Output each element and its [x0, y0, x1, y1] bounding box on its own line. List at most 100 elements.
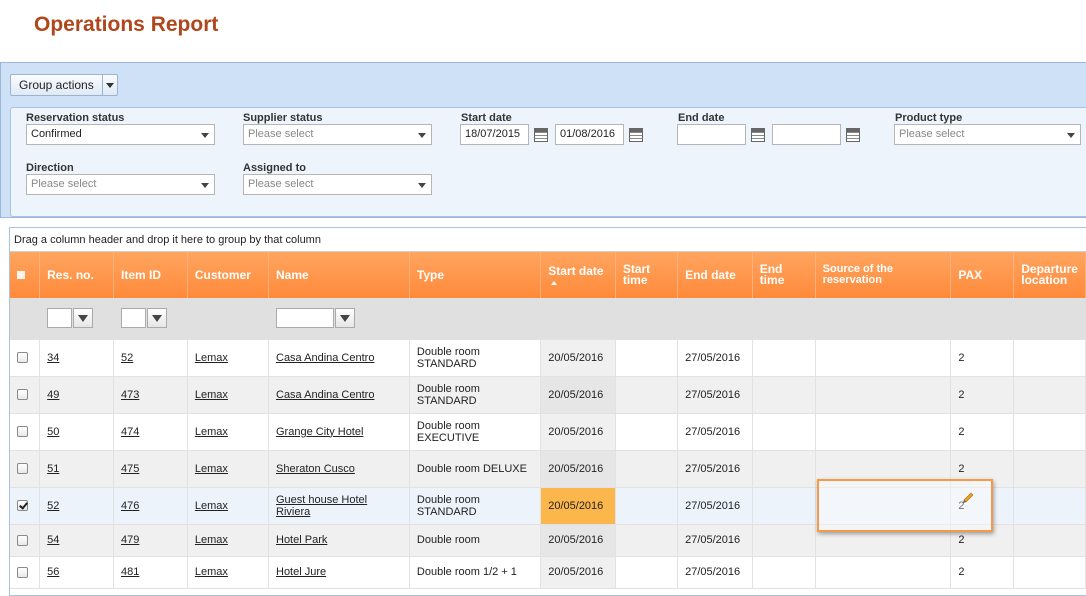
table-row[interactable]: 56 481 Lemax Hotel Jure Double room 1/2 + 12… — [10, 556, 1086, 589]
cell-start-date: 20/05/2016 — [540, 556, 616, 589]
cell-name: Hotel Park — [268, 524, 410, 557]
cell-type: Double room 1/2 + 1 — [409, 556, 542, 589]
group-actions-button[interactable]: Group actions — [10, 74, 118, 96]
column-header-item-id[interactable]: Item ID — [113, 252, 188, 298]
cell-item-id: 476 — [113, 487, 188, 525]
end-date-from-input[interactable] — [677, 124, 746, 145]
supplier-status-label: Supplier status — [243, 112, 323, 124]
cell-type: Double room DELUXE — [409, 450, 542, 488]
column-header-departure[interactable]: Departure location — [1013, 252, 1086, 298]
filter-icon — [152, 314, 163, 322]
filters-form: Reservation status Confirmed Supplier st… — [10, 107, 1086, 217]
reservation-status-select[interactable]: Confirmed — [26, 124, 215, 145]
res-no-link[interactable]: 54 — [47, 534, 59, 546]
row-checkbox[interactable] — [17, 352, 28, 364]
table-row[interactable]: 50 474 Lemax Grange City Hotel Double room E… — [10, 413, 1086, 451]
column-header-end-date[interactable]: End date — [677, 252, 753, 298]
item-id-link[interactable]: 476 — [121, 500, 139, 512]
res-no-link[interactable]: 34 — [47, 352, 59, 364]
start-date-label: Start date — [461, 112, 512, 124]
name-link[interactable]: Sheraton Cusco — [276, 463, 355, 475]
start-date-to-input[interactable]: 01/08/2016 — [555, 124, 624, 145]
column-header-name[interactable]: Name — [268, 252, 410, 298]
customer-link[interactable]: Lemax — [195, 426, 228, 438]
column-header-type[interactable]: Type — [409, 252, 542, 298]
filter-button[interactable] — [147, 308, 168, 329]
res-no-link[interactable]: 50 — [47, 426, 59, 438]
select-all-header[interactable] — [10, 252, 41, 298]
res-no-link[interactable]: 56 — [47, 566, 59, 578]
pencil-icon[interactable] — [962, 491, 975, 504]
calendar-icon[interactable] — [751, 128, 765, 142]
name-filter-input[interactable] — [276, 308, 334, 329]
name-link[interactable]: Guest house Hotel Riviera — [276, 494, 367, 518]
product-type-select[interactable]: Please select — [894, 124, 1081, 145]
cell-item-id: 475 — [113, 450, 188, 488]
select-all-checkbox[interactable] — [17, 270, 25, 279]
name-link[interactable]: Casa Andina Centro — [276, 389, 374, 401]
table-row[interactable]: 49 473 Lemax Casa Andina Centro Double room … — [10, 376, 1086, 414]
row-checkbox[interactable] — [17, 426, 28, 438]
assigned-to-select[interactable]: Please select — [243, 174, 432, 195]
item-id-link[interactable]: 475 — [121, 463, 139, 475]
cell-item-id: 481 — [113, 556, 188, 589]
column-header-res-no[interactable]: Res. no. — [39, 252, 115, 298]
cell-start-time — [615, 450, 679, 488]
customer-link[interactable]: Lemax — [195, 534, 228, 546]
res-no-link[interactable]: 49 — [47, 389, 59, 401]
res-no-link[interactable]: 51 — [47, 463, 59, 475]
group-actions-dropdown-toggle[interactable] — [103, 75, 117, 95]
name-link[interactable]: Casa Andina Centro — [276, 352, 374, 364]
item-id-link[interactable]: 52 — [121, 352, 133, 364]
column-header-end-time[interactable]: End time — [752, 252, 816, 298]
res-no-filter-input[interactable] — [47, 308, 73, 329]
cell-end-date: 27/05/2016 — [677, 524, 753, 557]
customer-link[interactable]: Lemax — [195, 352, 228, 364]
group-drop-area[interactable]: Drag a column header and drop it here to… — [10, 228, 1086, 252]
column-header-pax[interactable]: PAX — [950, 252, 1015, 298]
calendar-icon[interactable] — [846, 128, 860, 142]
res-no-link[interactable]: 52 — [47, 500, 59, 512]
item-id-link[interactable]: 479 — [121, 534, 139, 546]
name-link[interactable]: Hotel Park — [276, 534, 327, 546]
row-checkbox[interactable] — [17, 389, 28, 401]
end-date-label: End date — [678, 112, 725, 124]
end-date-to-input[interactable] — [772, 124, 841, 145]
customer-link[interactable]: Lemax — [195, 389, 228, 401]
row-checkbox[interactable] — [17, 566, 28, 578]
cell-type: Double room STANDARD — [409, 376, 542, 414]
name-link[interactable]: Hotel Jure — [276, 566, 326, 578]
item-id-link[interactable]: 481 — [121, 566, 139, 578]
customer-link[interactable]: Lemax — [195, 463, 228, 475]
cell-type: Double room — [409, 524, 542, 557]
row-checkbox[interactable] — [17, 534, 28, 546]
start-date-from-input[interactable]: 18/07/2015 — [460, 124, 529, 145]
chevron-down-icon — [1067, 133, 1075, 138]
row-checkbox[interactable] — [17, 463, 28, 475]
calendar-icon[interactable] — [629, 128, 643, 142]
column-header-customer[interactable]: Customer — [187, 252, 270, 298]
item-id-link[interactable]: 473 — [121, 389, 139, 401]
name-link[interactable]: Grange City Hotel — [276, 426, 363, 438]
column-header-source[interactable]: Source of the reservation — [815, 252, 952, 298]
cell-type: Double room EXECUTIVE — [409, 413, 542, 451]
item-id-filter-input[interactable] — [121, 308, 147, 329]
row-checkbox[interactable] — [17, 500, 28, 512]
item-id-link[interactable]: 474 — [121, 426, 139, 438]
cell-res-no: 52 — [39, 487, 115, 525]
calendar-icon[interactable] — [534, 128, 548, 142]
table-row[interactable]: 34 52 Lemax Casa Andina Centro Double room S… — [10, 339, 1086, 377]
customer-link[interactable]: Lemax — [195, 566, 228, 578]
filter-button[interactable] — [335, 308, 355, 329]
filter-button[interactable] — [73, 308, 94, 329]
inline-edit-cell[interactable] — [817, 479, 993, 532]
page-title: Operations Report — [34, 13, 219, 36]
direction-select[interactable]: Please select — [26, 174, 215, 195]
cell-source — [815, 556, 952, 589]
customer-link[interactable]: Lemax — [195, 500, 228, 512]
column-header-start-time[interactable]: Start time — [615, 252, 679, 298]
name-filter — [276, 308, 355, 329]
column-header-start-date[interactable]: Start date — [540, 252, 616, 298]
supplier-status-select[interactable]: Please select — [243, 124, 432, 145]
cell-customer: Lemax — [187, 376, 270, 414]
